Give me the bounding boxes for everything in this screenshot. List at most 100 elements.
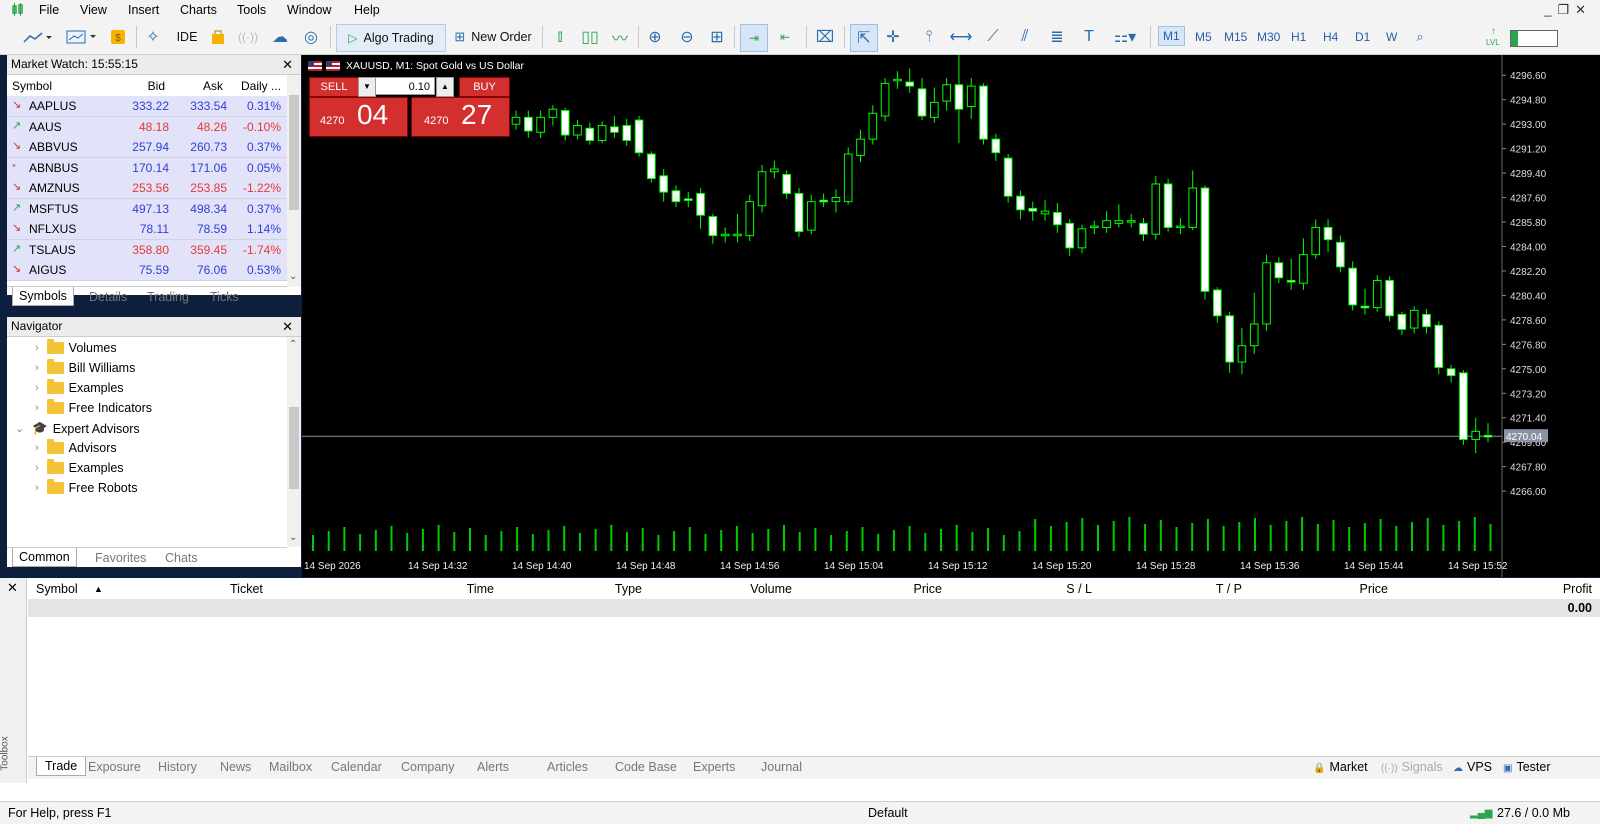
market-watch-row[interactable]: ↘ AMZNUS 253.56 253.85 -1.22%	[7, 178, 287, 199]
timeframe-h4[interactable]: H4	[1323, 30, 1338, 44]
candlestick-chart-icon[interactable]: ▯▯	[578, 24, 602, 50]
timeframe-h1[interactable]: H1	[1291, 30, 1306, 44]
ide-button[interactable]: IDE	[174, 24, 200, 50]
sell-button[interactable]: SELL	[309, 77, 359, 97]
tab-alerts[interactable]: Alerts	[477, 760, 509, 774]
tab-journal[interactable]: Journal	[761, 760, 802, 774]
tab-news[interactable]: News	[220, 760, 251, 774]
column-daily[interactable]: Daily ...	[241, 79, 281, 93]
vertical-line-icon[interactable]: ⫯	[918, 24, 940, 50]
timeframe-w[interactable]: W	[1386, 30, 1397, 44]
nav-item-bill-williams[interactable]: › Bill Williams	[35, 359, 135, 375]
zoom-in-icon[interactable]: ⊕	[644, 24, 666, 50]
scroll-down-icon[interactable]: ⌄	[289, 532, 297, 543]
nav-item-examples[interactable]: › Examples	[35, 379, 124, 395]
buy-button[interactable]: BUY	[459, 77, 510, 97]
zoom-out-icon[interactable]: ⊖	[676, 24, 698, 50]
profiles-icon[interactable]	[62, 24, 100, 50]
nav-item-expert-advisors[interactable]: ⌄ 🎓 Expert Advisors	[15, 421, 140, 436]
status-profile[interactable]: Default	[868, 806, 908, 820]
fibonacci-icon[interactable]: ≣	[1046, 24, 1068, 50]
tab-favorites[interactable]: Favorites	[95, 551, 146, 565]
tab-ticks[interactable]: Ticks	[210, 290, 239, 304]
toolbox-vps-button[interactable]: ☁ VPS	[1453, 760, 1492, 774]
column-volume[interactable]: Volume	[750, 582, 792, 596]
close-icon[interactable]: ✕	[278, 55, 293, 74]
column-symbol[interactable]: Symbol	[12, 79, 52, 93]
toolbox-market-button[interactable]: 🔒 Market	[1313, 760, 1368, 774]
bar-chart-icon[interactable]: ⫾	[548, 24, 572, 50]
menu-insert[interactable]: Insert	[128, 3, 159, 17]
column-tp[interactable]: T / P	[1216, 582, 1242, 596]
minimize-icon[interactable]: _	[1544, 2, 1557, 17]
close-icon[interactable]: ✕	[7, 580, 18, 596]
signals-icon[interactable]: ((·))	[236, 24, 260, 50]
timeframe-m5[interactable]: M5	[1195, 30, 1212, 44]
market-watch-row[interactable]: ↘ AIGUS 75.59 76.06 0.53%	[7, 260, 287, 281]
tile-windows-icon[interactable]: ⊞	[706, 24, 728, 50]
tab-mailbox[interactable]: Mailbox	[269, 760, 312, 774]
cursor-icon[interactable]: ⇱	[850, 24, 878, 52]
new-chart-icon[interactable]	[18, 24, 56, 50]
search-icon[interactable]: ⌕	[1410, 24, 1430, 50]
column-profit[interactable]: Profit	[1563, 582, 1592, 596]
tab-trade[interactable]: Trade	[36, 757, 87, 776]
column-ask[interactable]: Ask	[203, 79, 223, 93]
new-order-button[interactable]: ⊞ New Order	[448, 24, 538, 50]
market-watch-row[interactable]: ↘ NFLXUS 78.11 78.59 1.14%	[7, 219, 287, 240]
tab-calendar[interactable]: Calendar	[331, 760, 382, 774]
nav-item-examples-2[interactable]: › Examples	[35, 459, 124, 475]
market-watch-row[interactable]: ↗ AAUS 48.18 48.26 -0.10%	[7, 116, 287, 138]
nav-item-free-indicators[interactable]: › Free Indicators	[35, 399, 152, 415]
column-sl[interactable]: S / L	[1066, 582, 1092, 596]
timeframe-m15[interactable]: M15	[1224, 30, 1247, 44]
column-type[interactable]: Type	[615, 582, 642, 596]
scroll-up-icon[interactable]: ⌃	[289, 339, 297, 350]
shapes-icon[interactable]: ⚏▾	[1108, 24, 1142, 50]
horizontal-line-icon[interactable]: ⟷	[950, 24, 973, 50]
timeframe-m30[interactable]: M30	[1257, 30, 1280, 44]
trendline-icon[interactable]: ⟋	[982, 24, 1004, 50]
vps-cloud-icon[interactable]: ☁	[270, 24, 290, 50]
nav-item-advisors[interactable]: › Advisors	[35, 439, 117, 455]
coin-icon[interactable]: $	[108, 24, 128, 50]
text-tool-icon[interactable]: T	[1078, 24, 1100, 50]
tab-chats[interactable]: Chats	[165, 551, 198, 565]
tab-articles[interactable]: Articles	[547, 760, 588, 774]
restore-icon[interactable]: ❐	[1557, 2, 1575, 17]
menu-tools[interactable]: Tools	[237, 3, 266, 17]
market-bag-icon[interactable]	[209, 24, 227, 50]
menu-view[interactable]: View	[80, 3, 107, 17]
column-bid[interactable]: Bid	[148, 79, 165, 93]
autoscroll-icon[interactable]: ⇥	[740, 24, 768, 52]
tab-trading[interactable]: Trading	[147, 290, 189, 304]
close-icon[interactable]: ✕	[1575, 2, 1592, 17]
buy-price-button[interactable]: 4270 27	[411, 97, 510, 137]
tab-details[interactable]: Details	[89, 290, 127, 304]
line-chart-icon[interactable]: 〰	[608, 24, 632, 50]
tab-code-base[interactable]: Code Base	[615, 760, 677, 774]
navigator-scrollbar[interactable]: ⌃ ⌄	[287, 337, 301, 547]
menu-file[interactable]: File	[39, 3, 59, 17]
close-icon[interactable]: ✕	[278, 317, 293, 336]
community-icon[interactable]: ◎	[300, 24, 322, 50]
tab-exposure[interactable]: Exposure	[88, 760, 141, 774]
toolbox-tester-button[interactable]: ▣ Tester	[1503, 760, 1551, 774]
tab-company[interactable]: Company	[401, 760, 455, 774]
market-watch-scrollbar[interactable]: ⌄	[287, 75, 301, 287]
menu-window[interactable]: Window	[287, 3, 331, 17]
menu-charts[interactable]: Charts	[180, 3, 217, 17]
nav-item-free-robots[interactable]: › Free Robots	[35, 479, 137, 495]
column-current-price[interactable]: Price	[1360, 582, 1388, 596]
timeframe-d1[interactable]: D1	[1355, 30, 1370, 44]
volume-increase-icon[interactable]: ▲	[436, 77, 454, 97]
tab-common[interactable]: Common	[12, 548, 77, 567]
screenshot-icon[interactable]: ⌧	[812, 24, 838, 50]
nav-item-volumes[interactable]: › Volumes	[35, 339, 117, 355]
market-watch-row[interactable]: ↗ TSLAUS 358.80 359.45 -1.74%	[7, 239, 287, 261]
sparkle-icon[interactable]: ✧	[142, 24, 164, 50]
timeframe-m1[interactable]: M1	[1158, 26, 1185, 46]
channel-icon[interactable]: ⫽	[1014, 24, 1036, 50]
menu-help[interactable]: Help	[354, 3, 380, 17]
column-ticket[interactable]: Ticket	[230, 582, 263, 596]
